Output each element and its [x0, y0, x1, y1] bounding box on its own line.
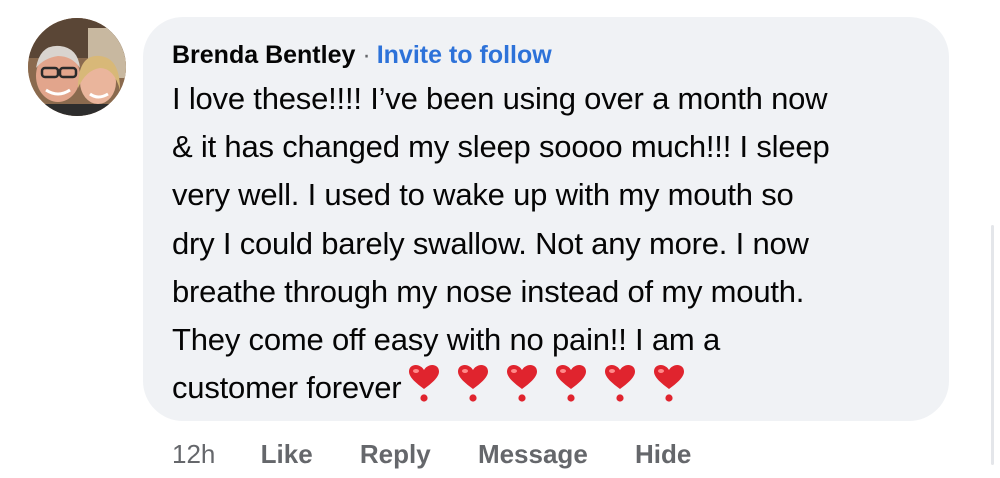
comment-text: I love these!!!! I’ve been using over a …: [172, 75, 942, 418]
comment-line-last: customer forever: [172, 364, 942, 418]
comment-line: I love these!!!! I’ve been using over a …: [172, 81, 828, 116]
heart-exclamation-icon: [654, 365, 685, 402]
comment-line: very well. I used to wake up with my mou…: [172, 177, 794, 213]
reply-button[interactable]: Reply: [360, 434, 431, 474]
comment-line: & it has changed my sleep soooo much!!! …: [172, 129, 830, 165]
invite-to-follow-link[interactable]: Invite to follow: [377, 41, 552, 69]
comment-header: Brenda Bentley · Invite to follow: [172, 39, 552, 71]
message-button[interactable]: Message: [478, 434, 588, 474]
hide-button[interactable]: Hide: [635, 434, 691, 474]
comment-page: Brenda Bentley · Invite to follow I love t…: [0, 0, 1000, 478]
heart-exclamation-icon: [556, 365, 587, 402]
comment-line: breathe through my nose instead of my mo…: [172, 273, 805, 309]
heart-exclamation-icon: [507, 365, 538, 402]
timestamp[interactable]: 12h: [172, 434, 215, 474]
author-name[interactable]: Brenda Bentley: [172, 41, 355, 69]
scrollbar[interactable]: [991, 225, 994, 465]
comment-line-text: customer forever: [172, 370, 402, 406]
avatar[interactable]: [28, 18, 126, 116]
comment-line: They come off easy with no pain!! I am a: [172, 322, 720, 358]
heart-exclamation-icon: [458, 365, 489, 402]
heart-exclamation-icon: [409, 365, 440, 402]
emoji-group: [407, 364, 701, 418]
avatar-photo: [28, 18, 126, 116]
comment-line: dry I could barely swallow. Not any more…: [172, 225, 809, 261]
like-button[interactable]: Like: [261, 434, 313, 474]
comment-actions: 12h Like Reply Message Hide: [172, 434, 731, 474]
separator-dot: ·: [362, 41, 371, 69]
heart-exclamation-icon: [605, 365, 636, 402]
